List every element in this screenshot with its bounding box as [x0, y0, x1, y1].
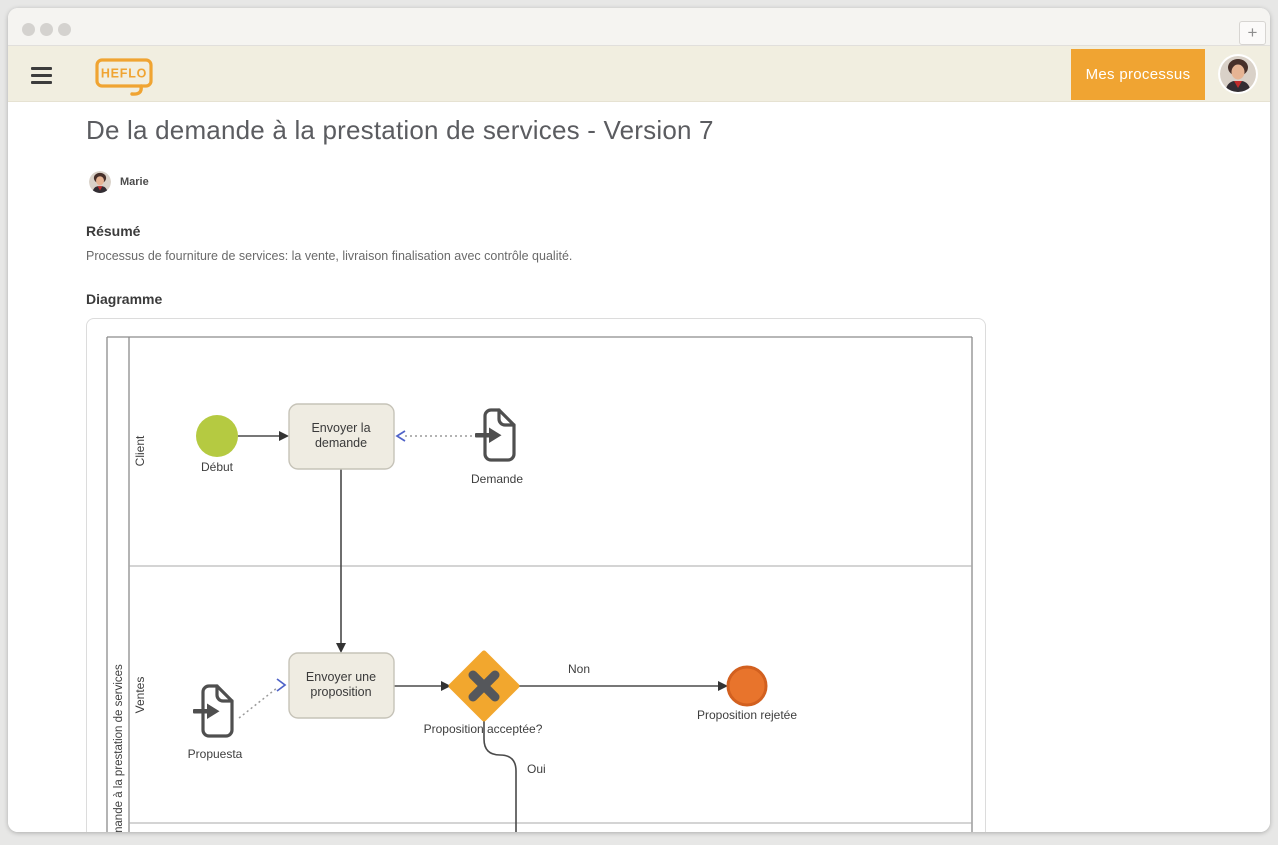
summary-text: Processus de fourniture de services: la … [86, 249, 572, 263]
flow-label-non: Non [568, 662, 590, 676]
diagram-heading: Diagramme [86, 291, 162, 307]
author-row: Marie [89, 171, 149, 193]
window-zoom-button[interactable] [58, 23, 71, 36]
end-event-label: Proposition rejetée [697, 708, 797, 722]
lane-label-ventes: Ventes [133, 677, 147, 714]
diagram-card: De la demande à la prestation de service… [86, 318, 986, 832]
data-object-demande-label: Demande [471, 472, 523, 486]
task2-label-line2: proposition [310, 685, 371, 699]
exclusive-gateway [451, 653, 517, 719]
lane-dividers [129, 566, 972, 823]
mes-processus-button[interactable]: Mes processus [1071, 49, 1205, 100]
heflo-logo-text: HEFLO [101, 67, 147, 81]
user-avatar[interactable] [1220, 56, 1256, 92]
summary-heading: Résumé [86, 223, 140, 239]
hamburger-menu-icon[interactable] [31, 67, 52, 84]
sequence-flows [238, 436, 718, 832]
browser-chrome: + [8, 8, 1270, 46]
task-envoyer-une-proposition: Envoyer une proposition [289, 653, 394, 718]
window-controls [22, 23, 71, 36]
pool-label: De la demande à la prestation de service… [113, 664, 125, 832]
data-object-demande-icon [475, 410, 514, 460]
app-header: HEFLO Mes processus [8, 46, 1270, 102]
browser-window: + HEFLO Mes processus De la demande à la… [8, 8, 1270, 832]
window-close-button[interactable] [22, 23, 35, 36]
page-title: De la demande à la prestation de service… [86, 115, 714, 146]
window-minimize-button[interactable] [40, 23, 53, 36]
task-envoyer-la-demande: Envoyer la demande [289, 404, 394, 469]
gateway-label: Proposition acceptée? [424, 722, 543, 736]
task1-label-line1: Envoyer la [311, 421, 370, 435]
bpmn-diagram: De la demande à la prestation de service… [87, 319, 985, 832]
task1-label-line2: demande [315, 436, 367, 450]
author-avatar [89, 171, 111, 193]
start-event [196, 415, 238, 457]
lane-label-client: Client [133, 435, 147, 466]
task2-label-line1: Envoyer une [306, 670, 376, 684]
flow-arrowheads [279, 431, 728, 691]
new-tab-button[interactable]: + [1239, 21, 1266, 45]
author-name: Marie [120, 176, 149, 188]
data-object-propuesta-label: Propuesta [188, 747, 243, 761]
page-content: De la demande à la prestation de service… [8, 103, 1270, 832]
heflo-logo[interactable]: HEFLO [94, 57, 156, 106]
flow-label-oui: Oui [527, 762, 546, 776]
data-object-propuesta-icon [193, 686, 232, 736]
start-event-label: Début [201, 460, 234, 474]
